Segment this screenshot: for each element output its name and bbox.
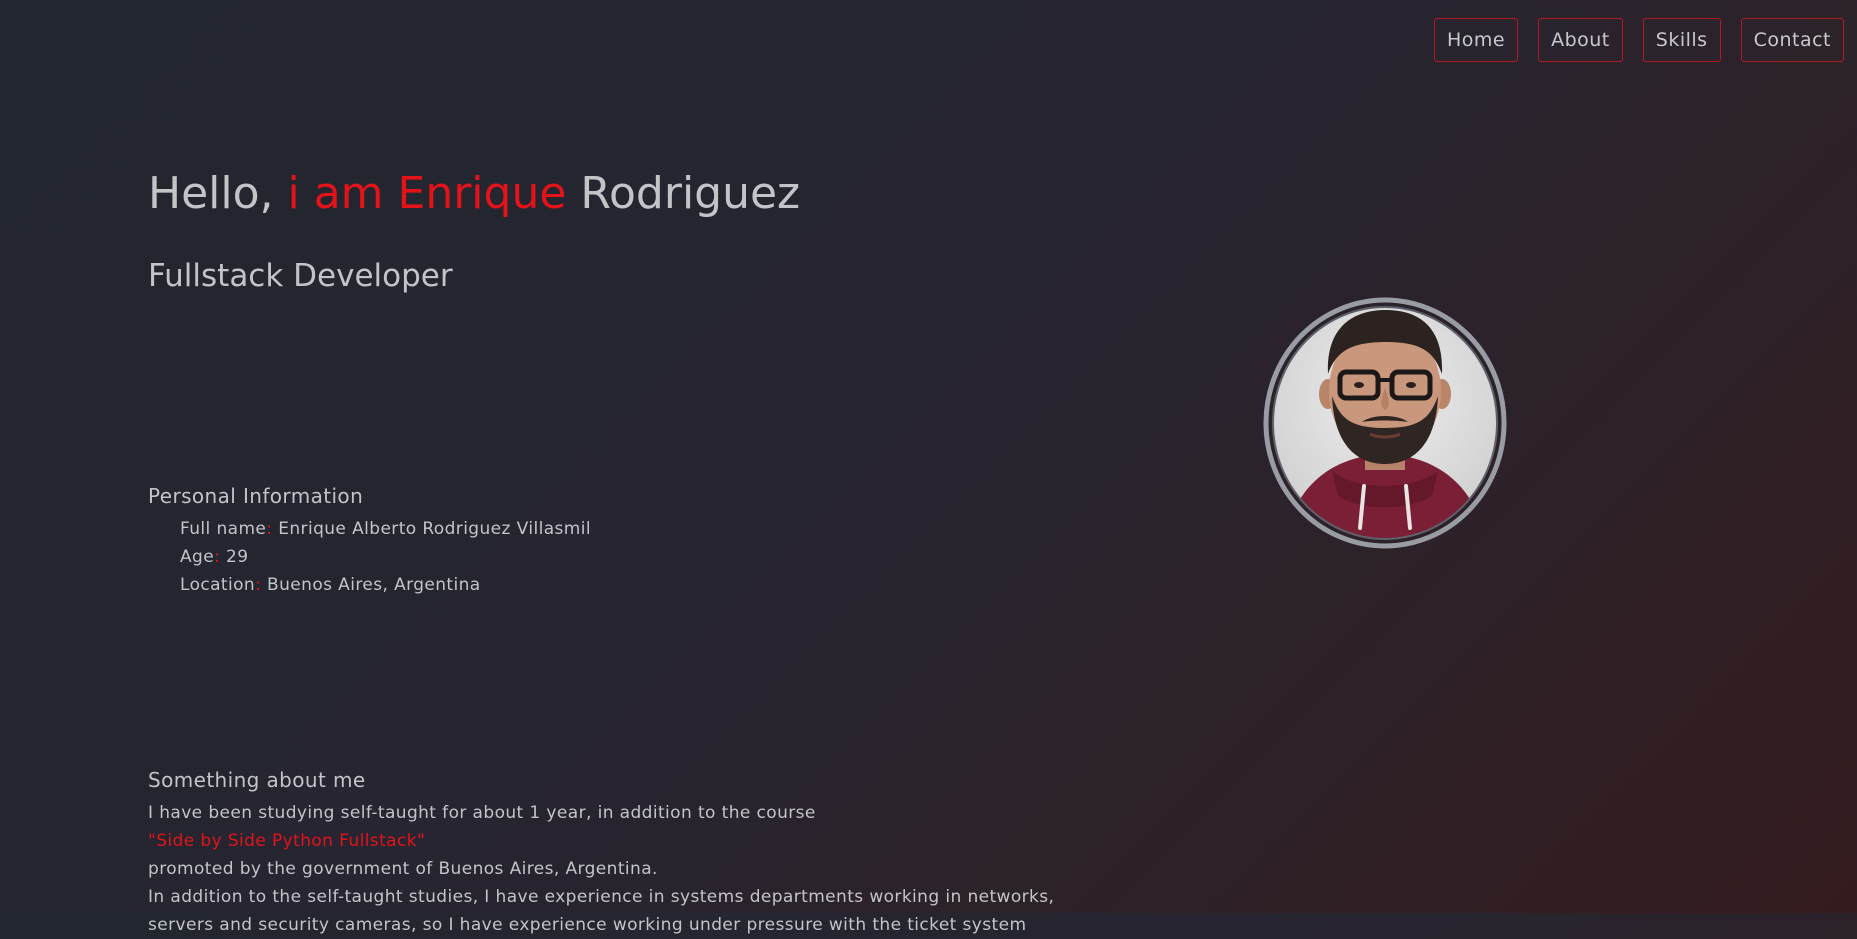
photo-image xyxy=(1273,307,1497,539)
nav-skills-button[interactable]: Skills xyxy=(1642,18,1721,62)
hero-title: Hello, i am Enrique Rodriguez xyxy=(148,168,800,219)
info-label: Full name xyxy=(180,519,267,539)
info-value: 29 xyxy=(220,547,249,567)
info-value: Buenos Aires, Argentina xyxy=(261,575,481,595)
info-value: Enrique Alberto Rodriguez Villasmil xyxy=(272,519,591,539)
info-location: Location: Buenos Aires, Argentina xyxy=(180,571,591,599)
info-label: Location xyxy=(180,575,256,595)
profile-photo xyxy=(1263,297,1507,549)
course-name: "Side by Side Python Fullstack" xyxy=(148,831,426,851)
hero-surname: Rodriguez xyxy=(566,168,801,219)
nav-contact-button[interactable]: Contact xyxy=(1740,18,1844,62)
info-label: Age xyxy=(180,547,215,567)
hero-accent-name: i am Enrique xyxy=(287,168,567,219)
main-nav: Home About Skills Contact xyxy=(1433,18,1844,62)
nav-home-button[interactable]: Home xyxy=(1433,18,1519,62)
hero-greeting: Hello, xyxy=(148,168,288,219)
hero-subtitle: Fullstack Developer xyxy=(148,258,453,294)
about-line-4: servers and security cameras, so I have … xyxy=(148,915,1027,935)
about-line-2: promoted by the government of Buenos Air… xyxy=(148,859,658,879)
personal-info-list: Full name: Enrique Alberto Rodriguez Vil… xyxy=(180,515,591,599)
about-paragraph: I have been studying self-taught for abo… xyxy=(148,799,1148,939)
info-age: Age: 29 xyxy=(180,543,591,571)
info-fullname: Full name: Enrique Alberto Rodriguez Vil… xyxy=(180,515,591,543)
nav-about-button[interactable]: About xyxy=(1538,18,1623,62)
about-title: Something about me xyxy=(148,768,366,792)
about-line-1: I have been studying self-taught for abo… xyxy=(148,799,1148,855)
about-line-3: In addition to the self-taught studies, … xyxy=(148,887,1055,907)
personal-info-title: Personal Information xyxy=(148,484,364,508)
